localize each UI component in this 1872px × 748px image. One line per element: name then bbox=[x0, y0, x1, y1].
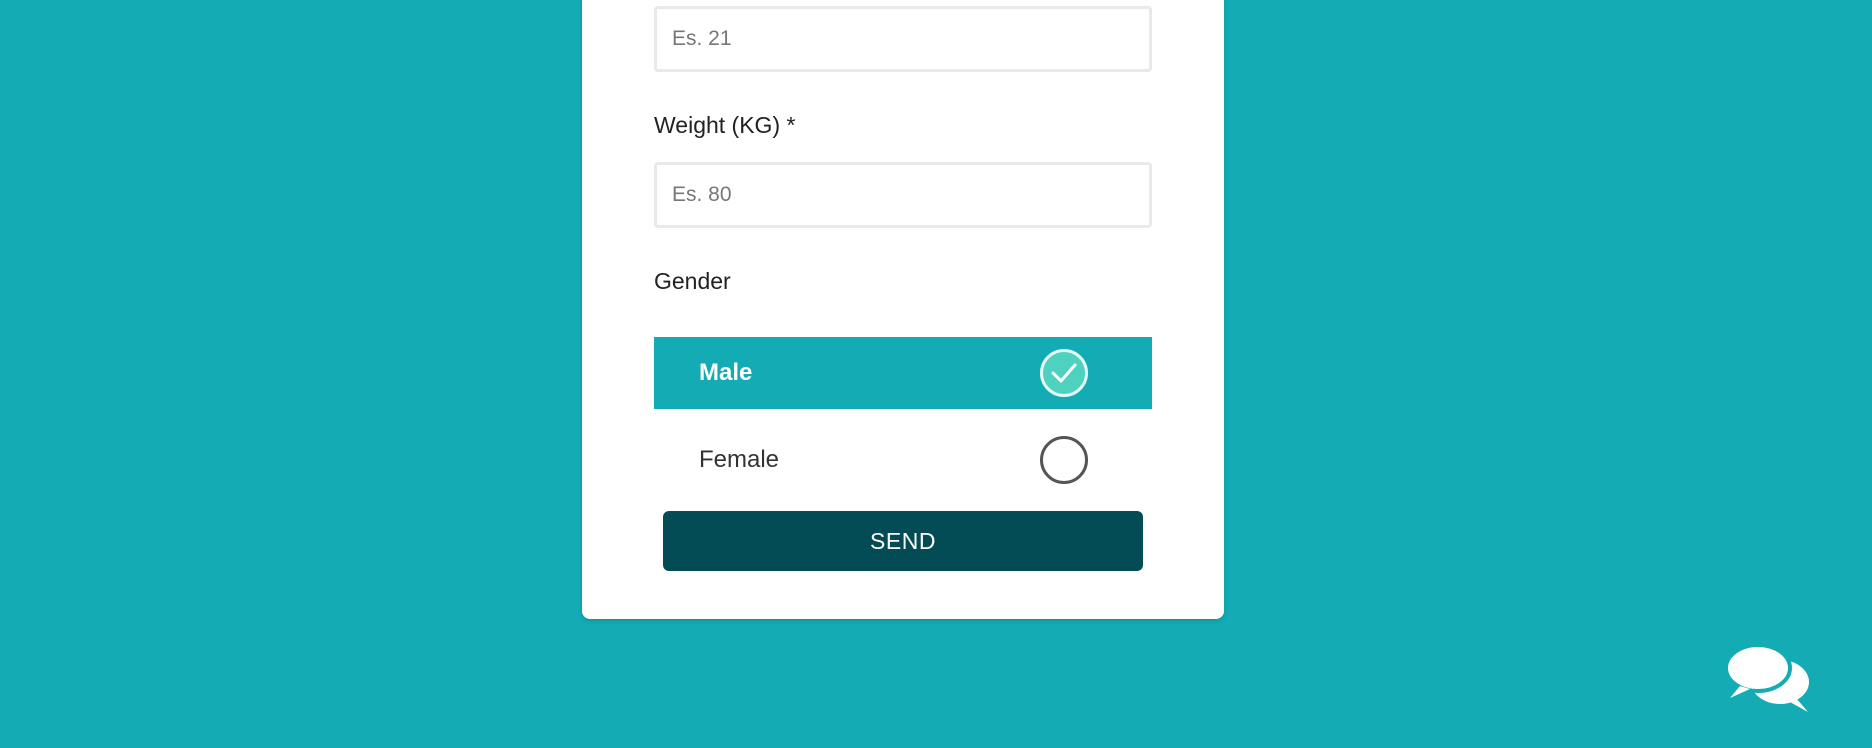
gender-label: Gender bbox=[654, 268, 731, 294]
page-background: Weight (KG) * Gender Male Female SEND bbox=[0, 0, 1872, 748]
gender-option-label: Female bbox=[699, 446, 780, 473]
age-input[interactable] bbox=[654, 6, 1152, 72]
chat-bubbles-icon bbox=[1724, 643, 1809, 712]
send-button[interactable]: SEND bbox=[663, 511, 1143, 571]
gender-option-male[interactable]: Male bbox=[654, 337, 1152, 409]
gender-option-label: Male bbox=[699, 359, 753, 386]
radio-checked[interactable] bbox=[1040, 349, 1088, 397]
gender-option-female[interactable]: Female bbox=[654, 424, 1152, 496]
weight-label: Weight (KG) * bbox=[654, 112, 796, 138]
check-icon bbox=[1051, 363, 1077, 383]
weight-input[interactable] bbox=[654, 162, 1152, 228]
radio-unchecked[interactable] bbox=[1040, 436, 1088, 484]
chat-widget-button[interactable] bbox=[1724, 643, 1816, 716]
form-card: Weight (KG) * Gender Male Female SEND bbox=[582, 0, 1224, 619]
